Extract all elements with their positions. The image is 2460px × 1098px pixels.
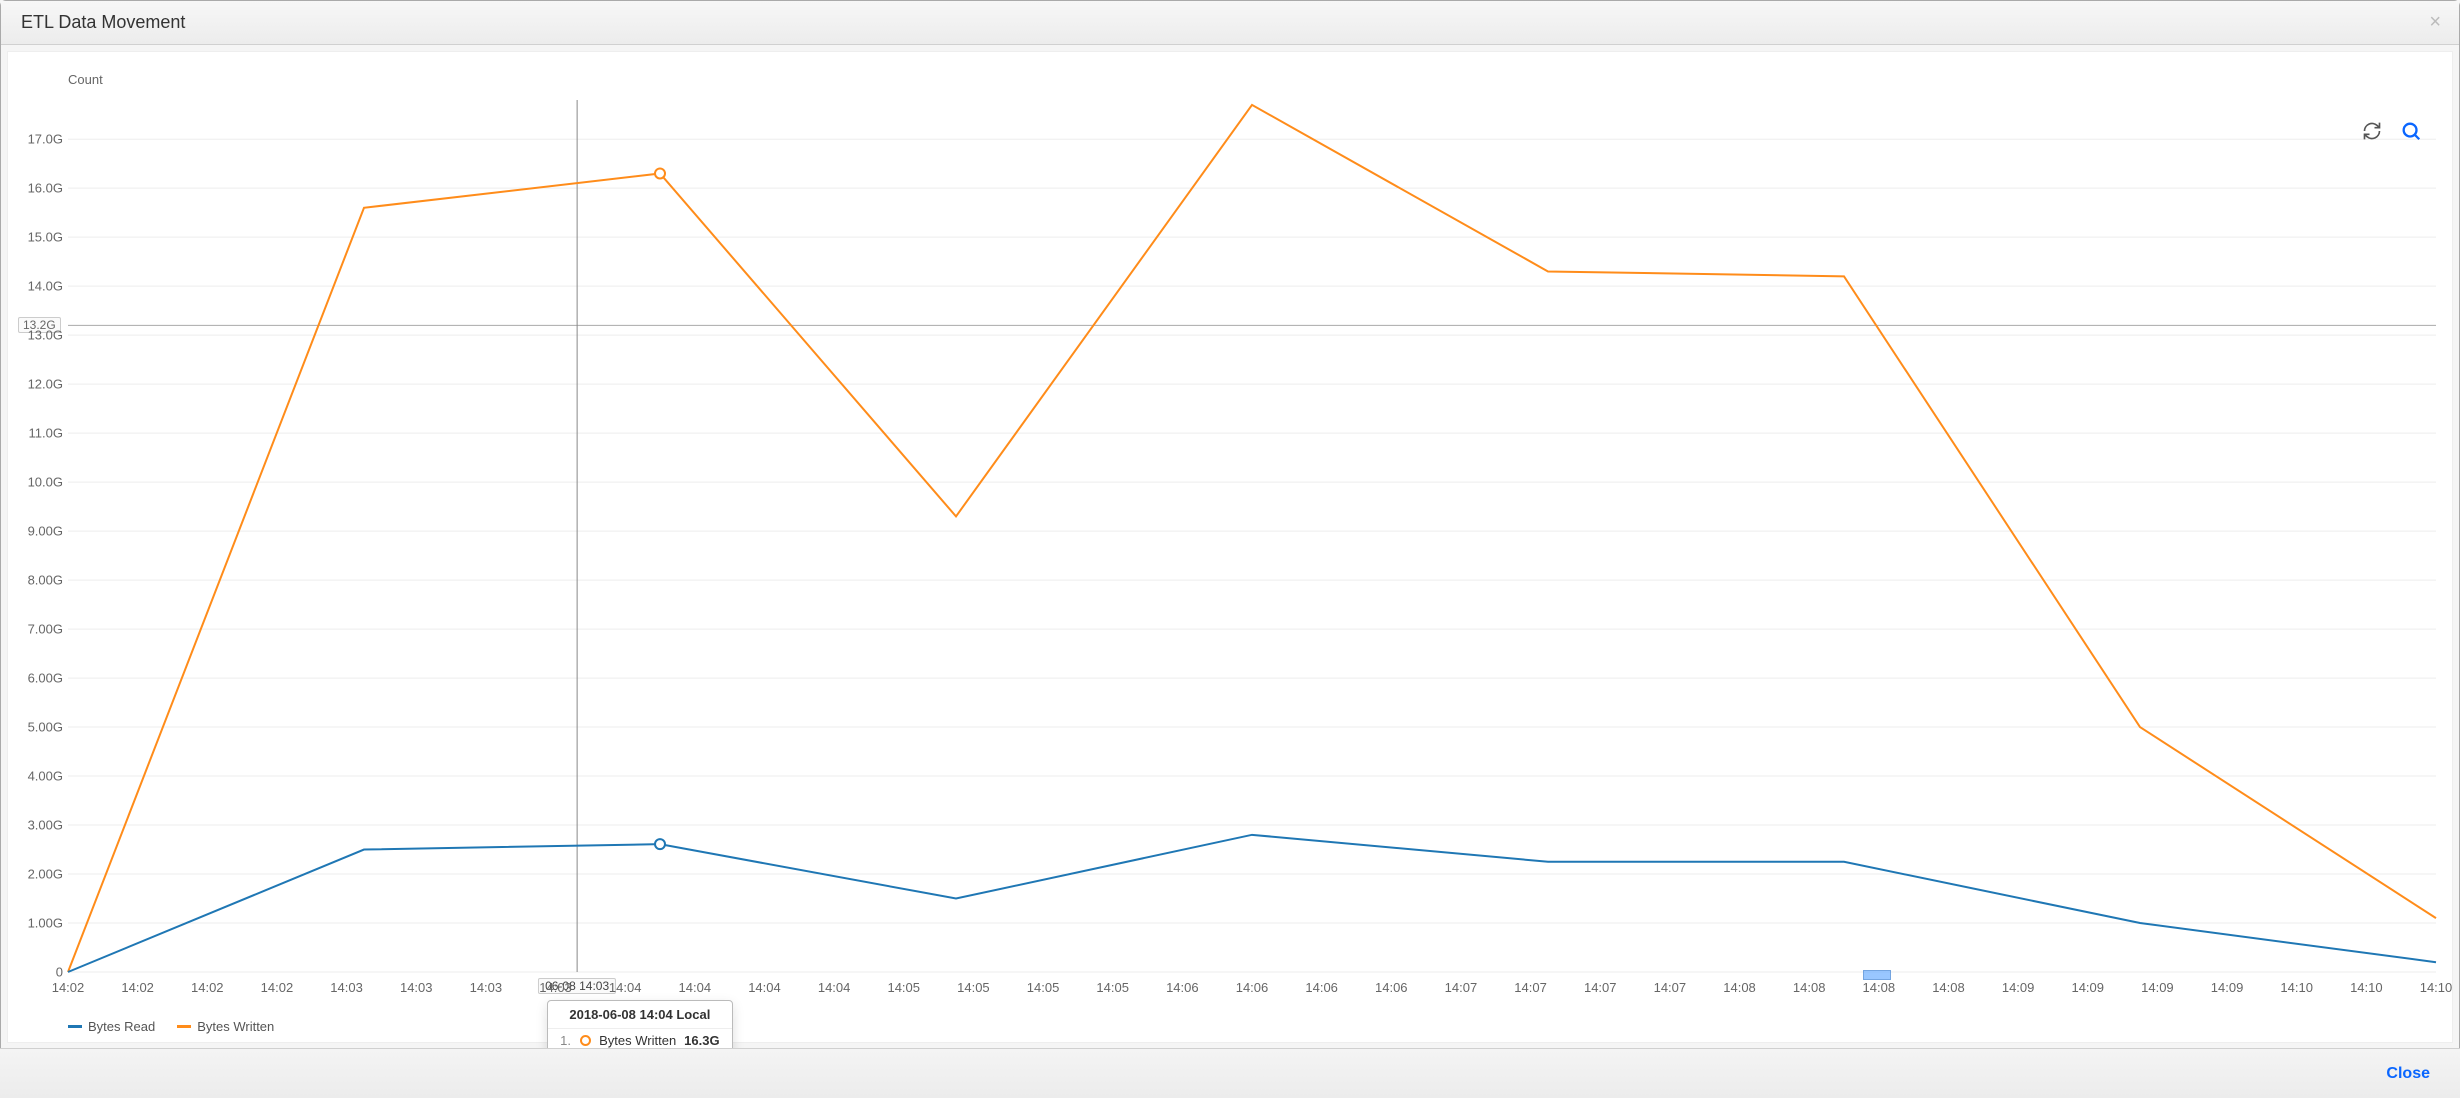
y-tick-label: 9.00G [28, 524, 63, 539]
y-tick-label: 3.00G [28, 818, 63, 833]
x-tick-label: 14:02 [121, 980, 154, 995]
x-tick-label: 14:04 [748, 980, 781, 995]
x-tick-label: 14:04 [679, 980, 712, 995]
legend-swatch-read [68, 1025, 82, 1028]
y-tick-label: 8.00G [28, 573, 63, 588]
chart-toolbar [2362, 120, 2422, 145]
legend-label-read: Bytes Read [88, 1019, 155, 1034]
x-tick-label: 14:09 [2071, 980, 2104, 995]
x-tick-label: 14:02 [261, 980, 294, 995]
x-tick-label: 14:03 [539, 980, 572, 995]
close-button[interactable]: Close [2386, 1065, 2430, 1083]
y-tick-label: 4.00G [28, 769, 63, 784]
y-tick-label: 10.0G [28, 475, 63, 490]
x-tick-label: 14:03 [400, 980, 433, 995]
y-tick-label: 16.0G [28, 181, 63, 196]
y-tick-label: 14.0G [28, 279, 63, 294]
y-tick-label: 0 [56, 965, 63, 980]
legend-swatch-written [177, 1025, 191, 1028]
x-tick-label: 14:07 [1514, 980, 1547, 995]
x-tick-label: 14:09 [2141, 980, 2174, 995]
y-tick-label: 7.00G [28, 622, 63, 637]
x-tick-label: 14:05 [887, 980, 920, 995]
y-tick-label: 1.00G [28, 916, 63, 931]
x-tick-label: 14:07 [1654, 980, 1687, 995]
modal-title: ETL Data Movement [21, 12, 185, 33]
chart-panel: Count Bytes Read Bytes Written 2018-06-0… [7, 51, 2453, 1043]
modal-footer: Close [0, 1048, 2460, 1098]
refresh-icon[interactable] [2362, 121, 2382, 144]
x-tick-label: 14:05 [1027, 980, 1060, 995]
y-tick-label: 17.0G [28, 132, 63, 147]
x-tick-label: 14:10 [2420, 980, 2453, 995]
tooltip-dot-written [580, 1035, 591, 1046]
x-tick-label: 14:05 [1096, 980, 1129, 995]
y-tick-label: 15.0G [28, 230, 63, 245]
y-tick-label: 13.0G [28, 328, 63, 343]
x-tick-label: 14:08 [1723, 980, 1756, 995]
tooltip-value: 16.3G [684, 1033, 719, 1048]
modal-header: ETL Data Movement × [1, 1, 2459, 45]
x-tick-label: 14:06 [1305, 980, 1338, 995]
x-tick-label: 14:05 [957, 980, 990, 995]
x-tick-label: 14:02 [191, 980, 224, 995]
x-tick-label: 14:09 [2002, 980, 2035, 995]
x-tick-label: 14:07 [1445, 980, 1478, 995]
x-tick-label: 14:02 [52, 980, 85, 995]
y-tick-label: 6.00G [28, 671, 63, 686]
y-tick-label: 5.00G [28, 720, 63, 735]
hover-point-written [655, 168, 665, 178]
x-tick-label: 14:08 [1863, 980, 1896, 995]
y-tick-label: 12.0G [28, 377, 63, 392]
x-tick-label: 14:09 [2211, 980, 2244, 995]
hover-point-read [655, 839, 665, 849]
x-tick-label: 14:03 [470, 980, 503, 995]
x-tick-label: 14:03 [330, 980, 363, 995]
close-icon[interactable]: × [2429, 11, 2441, 34]
x-tick-label: 14:10 [2280, 980, 2313, 995]
x-tick-label: 14:04 [818, 980, 851, 995]
x-tick-label: 14:04 [609, 980, 642, 995]
chart-svg[interactable] [8, 52, 2456, 1044]
x-tick-label: 14:06 [1236, 980, 1269, 995]
x-tick-label: 14:08 [1793, 980, 1826, 995]
x-tick-label: 14:07 [1584, 980, 1617, 995]
legend-label-written: Bytes Written [197, 1019, 274, 1034]
y-tick-label: 2.00G [28, 867, 63, 882]
tooltip-idx: 1. [560, 1033, 572, 1048]
legend: Bytes Read Bytes Written [68, 1019, 274, 1034]
tooltip-series: Bytes Written [599, 1033, 676, 1048]
legend-item-written[interactable]: Bytes Written [177, 1019, 274, 1034]
y-tick-label: 11.0G [29, 426, 63, 441]
x-tick-label: 14:06 [1166, 980, 1199, 995]
zoom-icon[interactable] [2400, 120, 2422, 145]
x-tick-label: 14:06 [1375, 980, 1408, 995]
x-tick-label: 14:08 [1932, 980, 1965, 995]
tooltip-title: 2018-06-08 14:04 Local [548, 1001, 731, 1029]
legend-item-read[interactable]: Bytes Read [68, 1019, 155, 1034]
x-tick-label: 14:10 [2350, 980, 2383, 995]
scrub-handle[interactable] [1863, 970, 1891, 980]
